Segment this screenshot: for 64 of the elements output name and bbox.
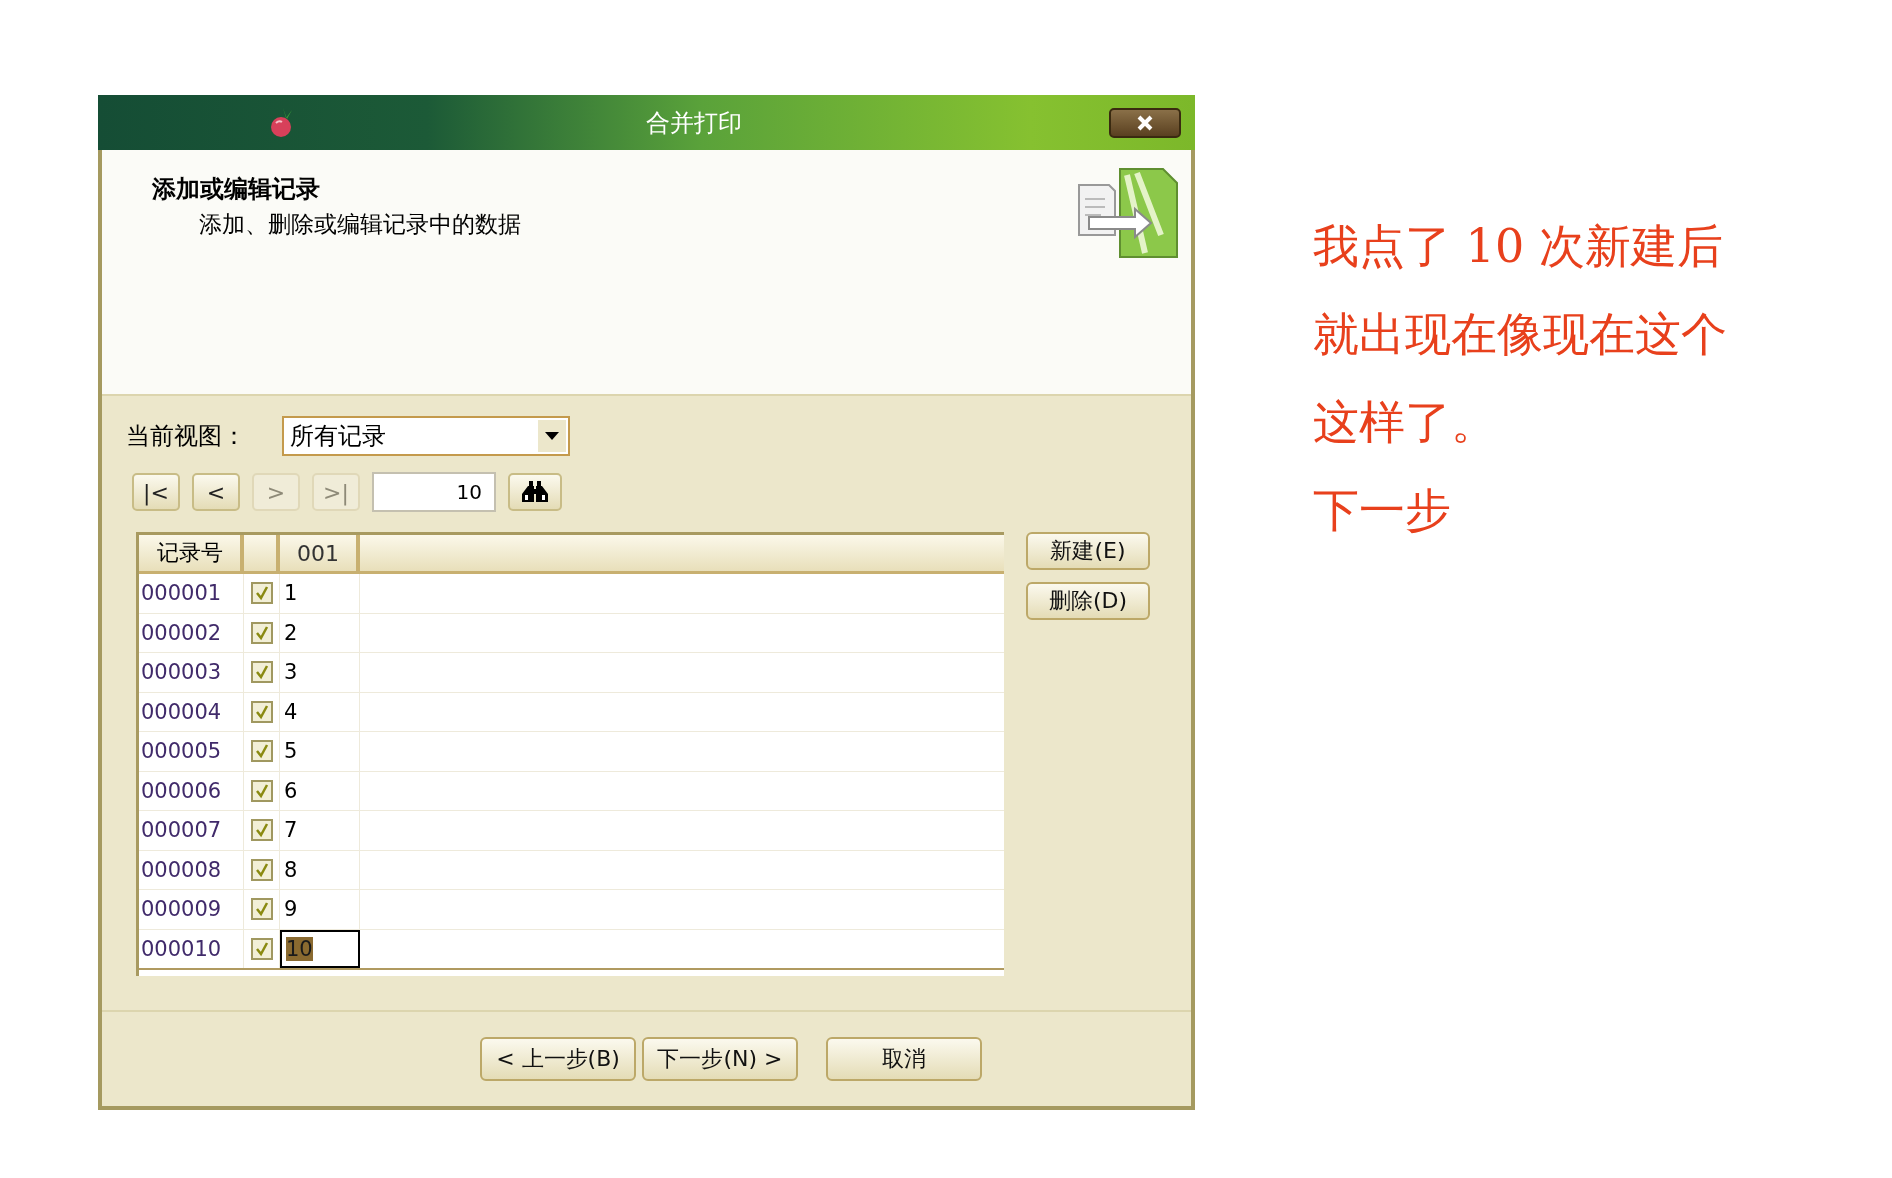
record-number-cell: 000008	[139, 850, 244, 889]
record-number-field[interactable]: 10	[372, 472, 496, 512]
column-header[interactable]: 记录号	[139, 535, 244, 571]
table-cell[interactable]: 2	[280, 613, 360, 652]
table-row[interactable]: 000002 2	[139, 613, 1004, 653]
annotation-text: 下一步	[1313, 482, 1452, 539]
document-arrow-icon	[1075, 165, 1181, 261]
footer-button[interactable]: 取消	[826, 1037, 982, 1081]
table-row[interactable]: 000006 6	[139, 771, 1004, 811]
side-button[interactable]: 新建(E)	[1026, 532, 1150, 570]
view-label: 当前视图：	[126, 421, 246, 452]
step-description: 添加、删除或编辑记录中的数据	[199, 210, 521, 239]
table-row[interactable]: 000003 3	[139, 653, 1004, 693]
close-button[interactable]	[1109, 107, 1181, 138]
annotation-text: 我点了 10 次新建后	[1313, 218, 1724, 275]
record-number-cell: 000004	[139, 692, 244, 731]
record-number-cell: 000005	[139, 732, 244, 771]
column-header[interactable]	[244, 535, 280, 571]
record-number-cell: 000003	[139, 653, 244, 692]
checkbox[interactable]	[250, 621, 273, 644]
record-number-cell: 000006	[139, 771, 244, 810]
table-row[interactable]: 000005 5	[139, 732, 1004, 772]
table-row[interactable]: 000007 7	[139, 811, 1004, 851]
checkbox[interactable]	[250, 582, 273, 605]
dropdown-arrow-icon	[545, 432, 559, 440]
navigation-button[interactable]: <	[192, 473, 240, 511]
table-cell[interactable]: 8	[280, 850, 360, 889]
table-row[interactable]: 000004 4	[139, 692, 1004, 732]
table-row[interactable]: 000009 9	[139, 890, 1004, 930]
footer-button[interactable]: 下一步(N) >	[642, 1037, 798, 1081]
table-cell[interactable]: 4	[280, 692, 360, 731]
annotation-text: 这样了。	[1313, 394, 1498, 451]
record-number-cell: 000010	[139, 929, 244, 968]
record-number-cell: 000007	[139, 811, 244, 850]
binoculars-icon	[520, 480, 550, 504]
checkbox[interactable]	[250, 898, 273, 921]
table-cell[interactable]: 3	[280, 653, 360, 692]
record-number-cell: 000001	[139, 574, 244, 613]
checkbox[interactable]	[250, 740, 273, 763]
checkbox[interactable]	[250, 819, 273, 842]
table-cell[interactable]: 9	[280, 890, 360, 929]
table-cell[interactable]: 6	[280, 771, 360, 810]
checkbox[interactable]	[250, 858, 273, 881]
checkbox[interactable]	[250, 700, 273, 723]
window-title: 合并打印	[644, 107, 743, 139]
side-button[interactable]: 删除(D)	[1026, 582, 1150, 620]
checkbox[interactable]	[250, 937, 273, 960]
table-cell[interactable]: 7	[280, 811, 360, 850]
column-header[interactable]: 001	[280, 535, 360, 571]
checkbox[interactable]	[250, 661, 273, 684]
checkbox[interactable]	[250, 779, 273, 802]
find-button[interactable]	[508, 473, 562, 511]
footer-button[interactable]: < 上一步(B)	[480, 1037, 636, 1081]
table-row[interactable]: 000008 8	[139, 850, 1004, 890]
record-number-cell: 000009	[139, 890, 244, 929]
table-cell[interactable]: 1	[280, 574, 360, 613]
step-title: 添加或编辑记录	[152, 174, 321, 205]
table-row[interactable]: 000001 1	[139, 574, 1004, 614]
annotation-text: 就出现在像现在这个	[1313, 306, 1727, 363]
table-row[interactable]: 000010 10	[139, 929, 1004, 970]
view-dropdown[interactable]: 所有记录	[282, 416, 570, 456]
navigation-button[interactable]: |<	[132, 473, 180, 511]
record-number-cell: 000002	[139, 613, 244, 652]
table-cell[interactable]: 5	[280, 732, 360, 771]
